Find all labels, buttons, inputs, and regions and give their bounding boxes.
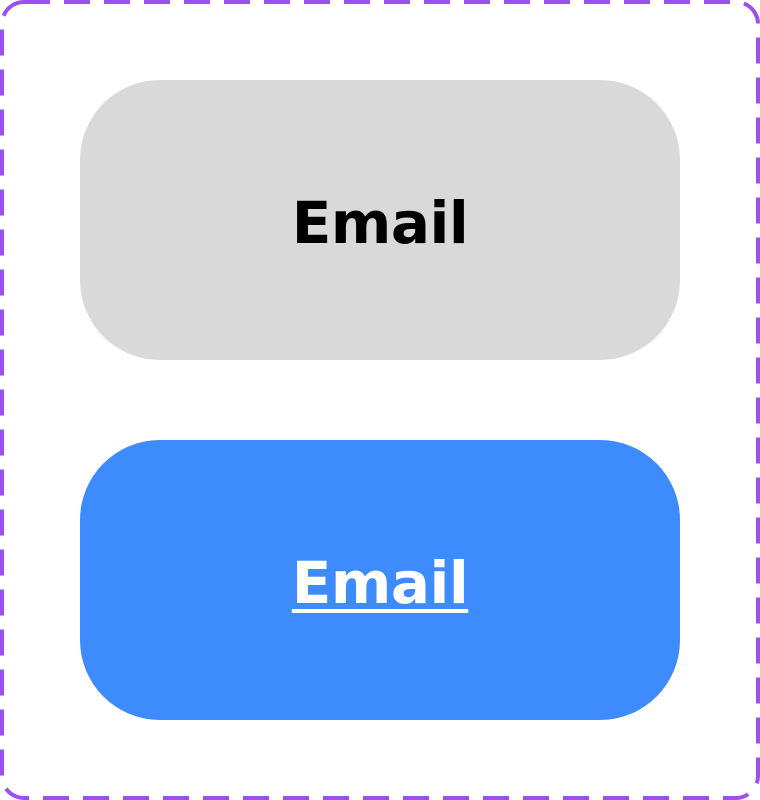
component-variants-frame: Email Email xyxy=(0,0,760,800)
email-button-default[interactable]: Email xyxy=(80,80,680,360)
email-button-hover[interactable]: Email xyxy=(80,440,680,720)
email-button-hover-label: Email xyxy=(291,549,469,617)
email-button-default-label: Email xyxy=(291,189,469,257)
